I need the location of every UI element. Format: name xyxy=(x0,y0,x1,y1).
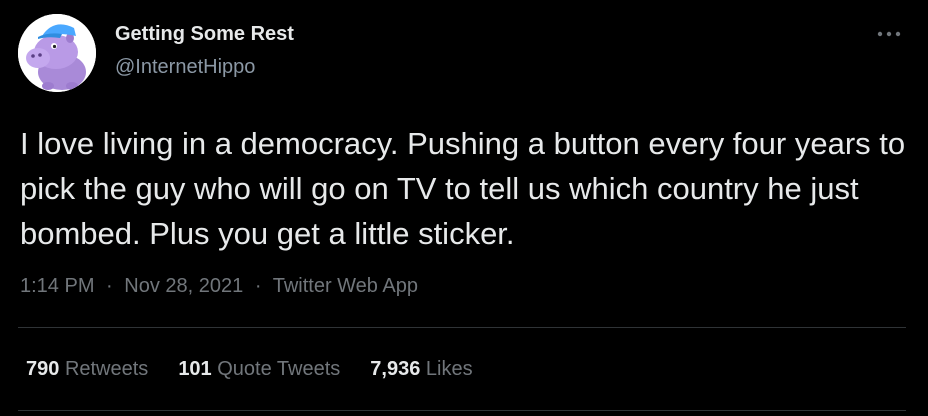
tweet-date[interactable]: Nov 28, 2021 xyxy=(124,275,243,297)
meta-separator: · xyxy=(106,275,113,297)
likes-stat[interactable]: 7,936 Likes xyxy=(370,358,472,381)
author-handle[interactable]: @InternetHippo xyxy=(115,56,255,79)
quote-tweets-stat[interactable]: 101 Quote Tweets xyxy=(178,358,340,381)
likes-count: 7,936 xyxy=(370,358,421,380)
tweet-text: I love living in a democracy. Pushing a … xyxy=(20,126,906,251)
hippo-avatar-icon xyxy=(18,14,96,92)
tweet-source[interactable]: Twitter Web App xyxy=(273,275,418,297)
quote-tweets-label: Quote Tweets xyxy=(217,358,341,380)
meta-separator: · xyxy=(254,275,262,297)
quote-tweets-count: 101 xyxy=(178,358,212,380)
tweet-time[interactable]: 1:14 PM xyxy=(20,275,94,297)
more-horizontal-icon xyxy=(877,31,901,37)
author-display-name[interactable]: Getting Some Rest xyxy=(115,23,294,46)
retweets-count: 790 xyxy=(26,358,60,380)
engagement-stats: 790 Retweets 101 Quote Tweets 7,936 Like… xyxy=(26,358,473,381)
retweets-stat[interactable]: 790 Retweets xyxy=(26,358,148,381)
more-options-button[interactable] xyxy=(872,22,906,46)
tweet-card: Getting Some Rest @InternetHippo I love … xyxy=(0,0,928,416)
retweets-label: Retweets xyxy=(64,358,149,380)
avatar[interactable] xyxy=(18,14,96,92)
tweet-meta: 1:14 PM · Nov 28, 2021 · Twitter Web App xyxy=(20,275,418,298)
likes-label: Likes xyxy=(425,358,473,380)
divider xyxy=(18,327,906,328)
divider xyxy=(18,410,906,411)
